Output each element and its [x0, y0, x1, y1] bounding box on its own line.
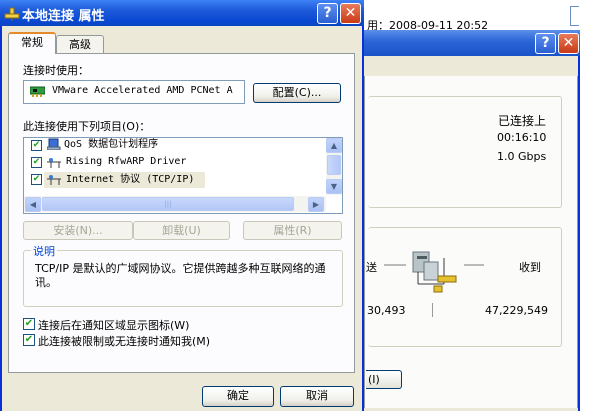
scroll-left-icon[interactable]: ◀ — [25, 197, 41, 212]
items-label: 此连接使用下列项目(O)： — [23, 120, 151, 133]
network-activity-icon — [384, 251, 484, 293]
background-close-button[interactable]: ✕ — [558, 33, 579, 54]
list-item-tcpip[interactable]: Internet 协议 (TCP/IP) — [66, 172, 194, 188]
adapter-name-text: VMware Accelerated AMD PCNet A — [52, 85, 233, 96]
notify-limited-label[interactable]: 此连接被限制或无连接时通知我(M) — [38, 333, 210, 349]
configure-button[interactable]: 配置(C)... — [253, 83, 341, 103]
help-button[interactable]: ? — [317, 3, 338, 24]
background-dialog-button[interactable]: (I) — [366, 370, 402, 389]
properties-button[interactable]: 属性(R) — [243, 221, 342, 240]
install-button[interactable]: 安装(N)... — [23, 221, 133, 240]
show-icon-label[interactable]: 连接后在通知区域显示图标(W) — [38, 317, 189, 333]
connection-speed-value: 1.0 Gbps — [497, 150, 547, 163]
received-label: 收到 — [519, 261, 541, 274]
close-button[interactable]: ✕ — [340, 3, 361, 24]
tab-general[interactable]: 常规 — [8, 32, 56, 54]
cancel-button[interactable]: 取消 — [280, 386, 354, 407]
list-item-rising[interactable]: Rising RfwARP Driver — [66, 154, 186, 170]
connection-duration-value: 00:16:10 — [497, 131, 547, 144]
dialog-title: 本地连接 属性 — [22, 9, 105, 24]
network-adapter-icon — [30, 86, 45, 97]
list-item-qos[interactable]: QoS 数据包计划程序 — [64, 137, 158, 153]
activity-divider — [432, 303, 433, 317]
notify-limited-checkbox[interactable]: ✔ — [23, 334, 35, 346]
scroll-right-icon[interactable]: ▶ — [308, 197, 324, 212]
description-text: TCP/IP 是默认的广域网协议。它提供跨越多种互联网络的通讯。 — [35, 262, 326, 289]
background-help-button[interactable]: ? — [535, 33, 556, 54]
network-protocol-icon — [47, 175, 61, 185]
tab-advanced[interactable]: 高级 — [56, 35, 104, 53]
vertical-scroll-thumb[interactable] — [327, 155, 341, 175]
connection-status-value: 已连接上 — [498, 114, 547, 128]
item-checkbox-tcpip[interactable]: ✔ — [31, 174, 42, 185]
horizontal-scroll-thumb[interactable]: ||| — [42, 197, 294, 211]
item-checkbox-qos[interactable]: ✔ — [31, 140, 42, 151]
received-bytes-value: 47,229,549 — [485, 304, 548, 317]
network-protocol-icon — [47, 158, 61, 168]
connect-using-label: 连接时使用： — [23, 64, 89, 77]
scroll-up-icon[interactable]: ▲ — [326, 138, 342, 153]
show-icon-checkbox[interactable]: ✔ — [23, 318, 35, 330]
uninstall-button[interactable]: 卸载(U) — [133, 221, 230, 240]
description-title: 说明 — [31, 243, 57, 259]
sent-label: 送 — [366, 261, 377, 274]
ok-button[interactable]: 确定 — [202, 386, 274, 407]
network-connection-icon — [4, 7, 20, 21]
background-window-edge — [570, 6, 579, 26]
qos-scheduler-icon — [47, 138, 61, 150]
item-checkbox-rising[interactable]: ✔ — [31, 157, 42, 168]
sent-bytes-value: 30,493 — [367, 304, 406, 317]
background-tab-strip — [364, 56, 578, 76]
scroll-down-icon[interactable]: ▼ — [326, 179, 342, 194]
